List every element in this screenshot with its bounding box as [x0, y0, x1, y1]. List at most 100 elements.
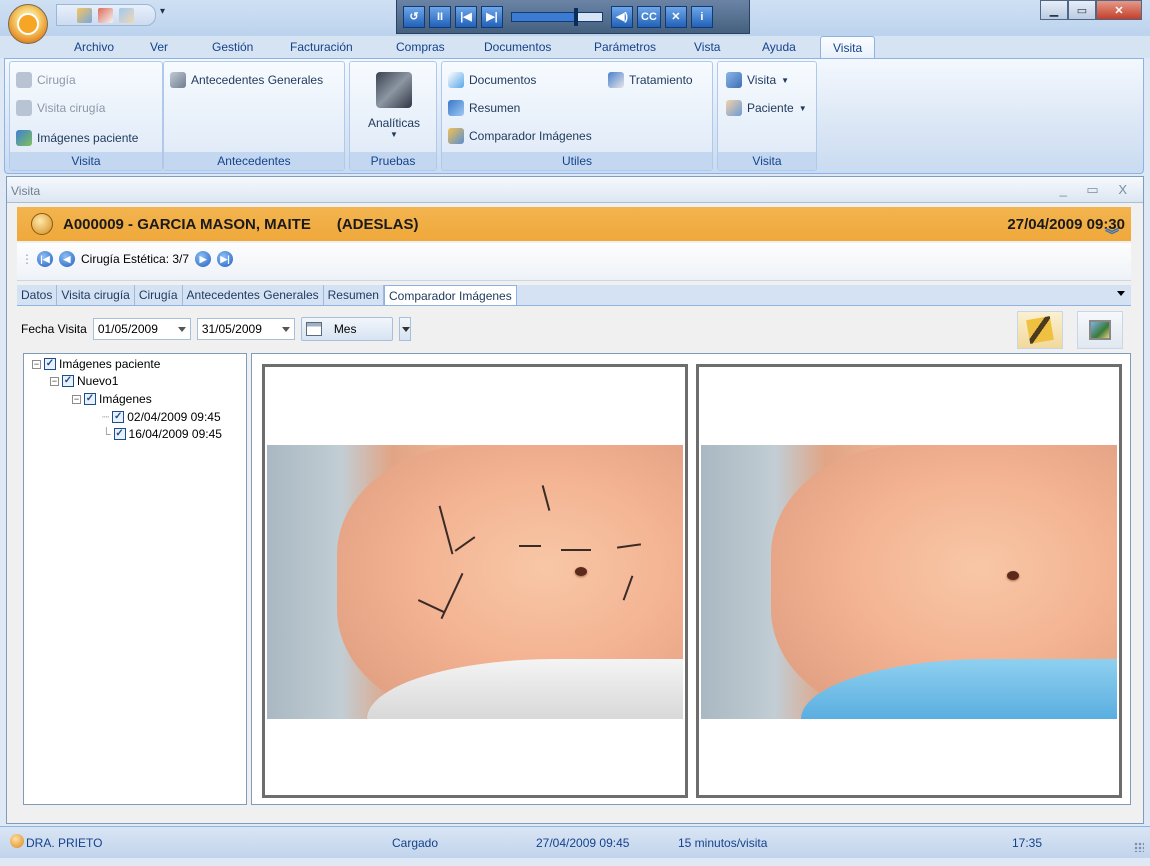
tab-comparador-imagenes[interactable]: Comparador Imágenes [383, 285, 517, 305]
close-media-button[interactable]: ✕ [664, 5, 687, 28]
seek-thumb[interactable] [574, 7, 578, 26]
users-icon[interactable] [77, 7, 92, 23]
status-bar: DRA. PRIETO Cargado 27/04/2009 09:45 15 … [0, 826, 1150, 858]
paciente-dropdown-button[interactable]: Paciente ▼ [726, 98, 807, 118]
checkbox[interactable]: ✓ [44, 358, 56, 370]
tree-node-image-1[interactable]: ┈ ✓ 02/04/2009 09:45 [102, 410, 221, 424]
date-to-picker[interactable]: 31/05/2009 [196, 318, 295, 340]
tab-facturacion[interactable]: Facturación [290, 40, 353, 54]
checkbox[interactable]: ✓ [84, 393, 96, 405]
paciente-dropdown-label: Paciente [747, 101, 794, 115]
summary-icon [448, 100, 464, 116]
compare-images-icon [448, 128, 464, 144]
collapse-icon[interactable]: − [72, 394, 81, 404]
image-panel-left[interactable] [262, 364, 688, 798]
tab-datos[interactable]: Datos [17, 285, 58, 305]
collapse-chevron-icon[interactable]: ︾ [1105, 228, 1119, 242]
tree-node-root[interactable]: − ✓ Imágenes paciente [32, 357, 160, 371]
last-record-button[interactable]: ▶| [217, 251, 234, 267]
ribbon-group-visita-2: Visita ▼ Paciente ▼ Visita [717, 61, 817, 171]
analiticas-button[interactable]: Analíticas ▼ [364, 72, 424, 139]
date-to-value: 31/05/2009 [201, 322, 262, 336]
tab-ayuda[interactable]: Ayuda [762, 40, 796, 54]
group-label-pruebas: Pruebas [350, 152, 436, 170]
comparador-imagenes-button[interactable]: Comparador Imágenes [448, 126, 592, 146]
tree-node-imagenes[interactable]: − ✓ Imágenes [72, 392, 152, 406]
record-navigator: ⋮ |◀ ◀ Cirugía Estética: 3/7 ▶ ▶| [17, 243, 1131, 281]
tab-parametros[interactable]: Parámetros [594, 40, 656, 54]
tab-resumen[interactable]: Resumen [324, 285, 384, 305]
collapse-icon[interactable]: − [32, 359, 41, 369]
tratamiento-button[interactable]: Tratamiento [608, 70, 693, 90]
close-button[interactable]: ✕ [1096, 0, 1142, 20]
image-gallery-button[interactable] [1077, 311, 1123, 349]
media-control-bar: ↺ II |◀ ▶| ◀) CC ✕ i [396, 0, 750, 34]
date-from-picker[interactable]: 01/05/2009 [92, 318, 191, 340]
tab-antecedentes-generales[interactable]: Antecedentes Generales [183, 285, 324, 305]
next-record-button[interactable]: ▶ [195, 251, 212, 267]
visita-cirugia-button[interactable]: Visita cirugía [16, 98, 105, 118]
checkbox[interactable]: ✓ [62, 375, 74, 387]
imagenes-paciente-button[interactable]: Imágenes paciente [16, 128, 138, 148]
history-icon [170, 72, 186, 88]
comparador-imagenes-label: Comparador Imágenes [469, 129, 592, 143]
tab-cirugia[interactable]: Cirugía [135, 285, 183, 305]
chevron-down-icon: ▼ [798, 103, 807, 113]
visita-dropdown-button[interactable]: Visita ▼ [726, 70, 789, 90]
period-button[interactable]: Mes [300, 317, 393, 341]
cirugia-button[interactable]: Cirugía [16, 70, 76, 90]
picture-icon [1089, 320, 1111, 340]
doctor-icon[interactable] [119, 7, 134, 23]
tratamiento-label: Tratamiento [629, 73, 693, 87]
replay-button[interactable]: ↺ [403, 5, 425, 28]
resumen-button[interactable]: Resumen [448, 98, 520, 118]
tab-compras[interactable]: Compras [396, 40, 445, 54]
resize-grip-icon[interactable] [1134, 842, 1144, 852]
antecedentes-generales-label: Antecedentes Generales [191, 73, 324, 87]
cirugia-label: Cirugía [37, 73, 76, 87]
volume-button[interactable]: ◀) [611, 5, 633, 28]
patient-icon [726, 100, 742, 116]
maximize-button[interactable]: ▭ [1068, 0, 1096, 20]
info-button[interactable]: i [690, 5, 713, 28]
tab-archivo[interactable]: Archivo [74, 40, 114, 54]
previous-record-button[interactable]: ◀ [59, 251, 75, 267]
captions-button[interactable]: CC [637, 5, 661, 28]
pause-button[interactable]: II [429, 5, 451, 28]
previous-button[interactable]: |◀ [455, 5, 477, 28]
user-icon [10, 834, 24, 848]
tab-visita[interactable]: Visita [820, 36, 876, 59]
tree-node-nuevo1[interactable]: − ✓ Nuevo1 [50, 374, 118, 388]
checkbox[interactable]: ✓ [113, 428, 126, 440]
tab-documentos[interactable]: Documentos [484, 40, 551, 54]
tab-vista[interactable]: Vista [694, 40, 720, 54]
image-panel-right[interactable] [696, 364, 1122, 798]
seek-slider[interactable] [511, 7, 603, 26]
collapse-icon[interactable]: − [50, 376, 59, 386]
visit-window-controls[interactable]: _ ▭ X [1060, 182, 1135, 198]
ribbon-group-visita: Cirugía Visita cirugía Imágenes paciente… [9, 61, 163, 171]
tab-list-dropdown-icon[interactable] [1117, 291, 1125, 296]
checkbox[interactable]: ✓ [112, 411, 125, 423]
application-button[interactable] [8, 4, 48, 44]
marker-line [561, 549, 591, 551]
app-logo-icon [17, 13, 39, 35]
minimize-button[interactable]: ▁ [1040, 0, 1068, 20]
first-record-button[interactable]: |◀ [37, 251, 53, 267]
date-filter-bar: Fecha Visita 01/05/2009 31/05/2009 Mes [17, 309, 1131, 349]
antecedentes-generales-button[interactable]: Antecedentes Generales [170, 70, 323, 90]
edit-image-button[interactable] [1017, 311, 1063, 349]
qat-dropdown-icon[interactable]: ▾ [160, 6, 165, 17]
status-state: Cargado [392, 836, 439, 850]
patient-name: A000009 - GARCIA MASON, MAITE [63, 215, 311, 233]
tab-visita-cirugia[interactable]: Visita cirugía [57, 285, 135, 305]
next-button[interactable]: ▶| [481, 5, 503, 28]
quick-access-toolbar [56, 4, 156, 26]
tree-node-image-2[interactable]: └ ✓ 16/04/2009 09:45 [102, 427, 222, 441]
period-dropdown-button[interactable] [398, 317, 411, 341]
tab-ver[interactable]: Ver [150, 40, 168, 54]
calendar-icon[interactable] [98, 7, 113, 23]
documentos-button[interactable]: Documentos [448, 70, 536, 90]
visita-dropdown-label: Visita [747, 73, 777, 87]
tab-gestion[interactable]: Gestión [212, 40, 253, 54]
